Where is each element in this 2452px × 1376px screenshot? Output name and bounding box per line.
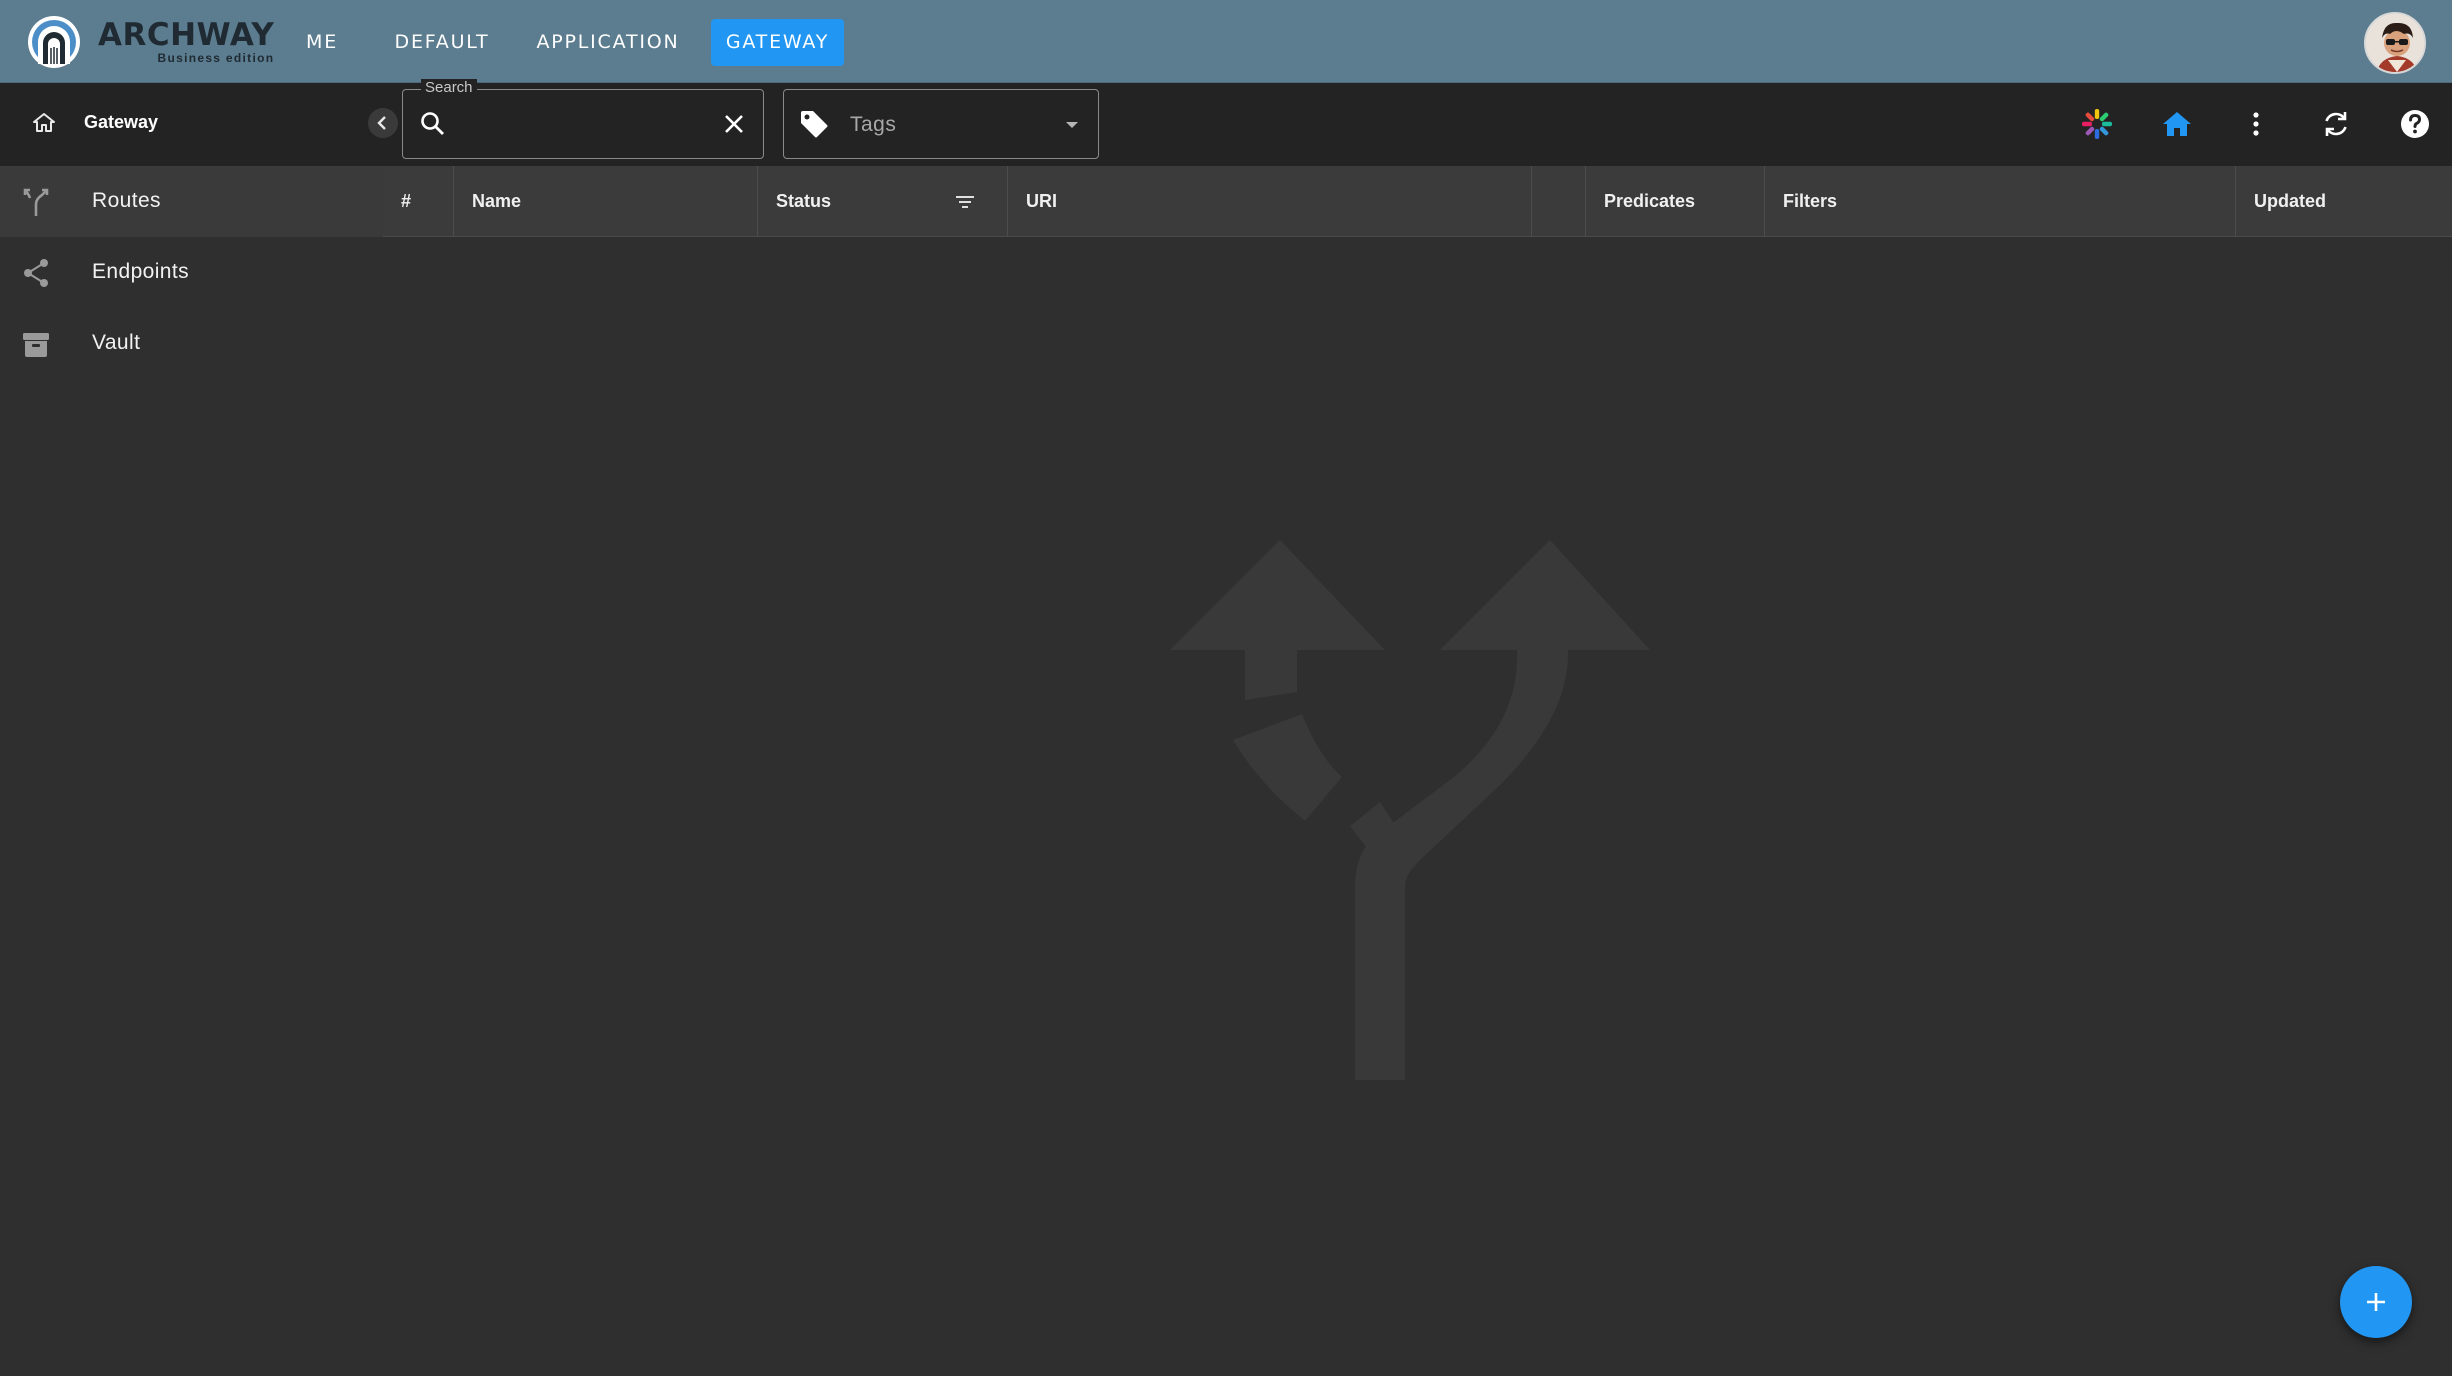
column-header-filters[interactable]: Filters — [1765, 166, 2236, 237]
home-icon[interactable] — [2159, 106, 2195, 142]
sidebar-item-endpoints[interactable]: Endpoints — [0, 237, 383, 308]
column-header-index[interactable]: # — [383, 166, 454, 237]
app-bar: ARCHWAY Business edition ME DEFAULT APPL… — [0, 0, 2452, 83]
sidebar-item-label: Vault — [92, 331, 141, 354]
search-legend: Search — [421, 79, 477, 96]
spinner-logo-icon[interactable] — [2079, 106, 2115, 142]
nav-tab-gateway[interactable]: GATEWAY — [711, 19, 844, 66]
tag-icon — [801, 111, 828, 138]
fork-icon — [23, 188, 49, 216]
brand-name: ARCHWAY — [98, 17, 275, 53]
more-vert-icon[interactable] — [2238, 106, 2274, 142]
column-header-blank[interactable] — [1532, 166, 1586, 237]
search-icon — [421, 112, 444, 135]
toolbar: Search Tags — [383, 79, 2452, 166]
collapse-sidebar-button[interactable] — [368, 108, 398, 138]
archway-logo-icon[interactable] — [26, 14, 82, 70]
sidebar-header: Gateway — [0, 83, 383, 166]
brand-edition: Business edition — [157, 51, 275, 65]
nav-tab-me[interactable]: ME — [300, 19, 344, 66]
gateway-home-icon[interactable] — [32, 111, 56, 135]
chevron-left-icon — [377, 116, 386, 130]
chevron-down-icon — [1066, 122, 1078, 128]
sidebar-item-label: Endpoints — [92, 260, 190, 283]
nav-tab-application[interactable]: APPLICATION — [536, 19, 680, 66]
sidebar-item-routes[interactable]: Routes — [0, 166, 383, 237]
sidebar-item-vault[interactable]: Vault — [0, 308, 383, 379]
filter-icon[interactable] — [953, 190, 977, 214]
help-icon[interactable] — [2397, 106, 2433, 142]
search-input[interactable] — [459, 104, 709, 144]
column-header-name[interactable]: Name — [454, 166, 758, 237]
sidebar: Routes Endpoints Vault — [0, 166, 383, 1376]
tags-placeholder: Tags — [850, 113, 897, 136]
plus-icon — [2367, 1293, 2385, 1311]
close-icon[interactable] — [721, 111, 747, 137]
column-header-updated[interactable]: Updated — [2236, 166, 2452, 237]
refresh-icon[interactable] — [2318, 106, 2354, 142]
nav-tab-default[interactable]: DEFAULT — [394, 19, 490, 66]
share-icon — [24, 259, 48, 287]
table-header: # Name Status URI Predicates Filters Upd… — [383, 166, 2452, 237]
archive-icon — [23, 333, 49, 357]
add-route-button[interactable] — [2340, 1266, 2412, 1338]
column-header-predicates[interactable]: Predicates — [1586, 166, 1765, 237]
sidebar-item-label: Routes — [92, 189, 161, 212]
search-field[interactable]: Search — [402, 79, 764, 159]
user-avatar[interactable] — [2364, 12, 2426, 74]
brand: ARCHWAY Business edition — [98, 17, 275, 66]
column-header-uri[interactable]: URI — [1008, 166, 1532, 237]
sidebar-title: Gateway — [84, 112, 159, 132]
tags-select[interactable]: Tags — [783, 89, 1099, 159]
avatar-image — [2366, 14, 2424, 72]
routes-empty-state-icon — [1170, 540, 1650, 1080]
